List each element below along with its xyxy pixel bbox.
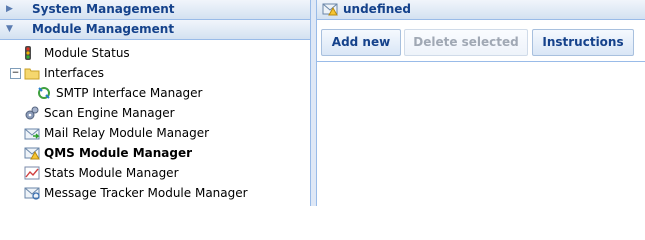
- tree-item-label: Scan Engine Manager: [44, 106, 175, 120]
- instructions-button[interactable]: Instructions: [532, 29, 634, 56]
- mail-warning-icon: [24, 147, 40, 160]
- tree-item-label: Message Tracker Module Manager: [44, 186, 248, 200]
- expanded-arrow-icon: ▼: [6, 24, 13, 34]
- gears-icon: [25, 106, 39, 120]
- stats-chart-icon: [24, 166, 40, 180]
- smtp-interface-icon: [38, 87, 50, 99]
- tree-item-smtp-interface-manager[interactable]: SMTP Interface Manager: [0, 83, 310, 103]
- module-tree: Module Status − Interfaces SMTP Interfac…: [0, 40, 310, 203]
- module-management-label: Module Management: [32, 22, 175, 36]
- message-tracker-icon: [24, 187, 40, 200]
- tree-item-qms-module-manager[interactable]: QMS Module Manager: [0, 143, 310, 163]
- delete-selected-button[interactable]: Delete selected: [404, 29, 528, 56]
- tree-item-mail-relay-module-manager[interactable]: Mail Relay Module Manager: [0, 123, 310, 143]
- collapse-toggle-icon[interactable]: −: [10, 68, 21, 79]
- mail-warning-icon: [322, 3, 338, 16]
- tree-item-label: Module Status: [44, 46, 130, 60]
- navigation-panel: ▶ System Management ▼ Module Management …: [0, 0, 311, 206]
- traffic-light-icon: [25, 46, 31, 60]
- accordion-header-module-management[interactable]: ▼ Module Management: [0, 20, 310, 40]
- tree-item-module-status[interactable]: Module Status: [0, 43, 310, 63]
- main-panel: undefined Add new Delete selected Instru…: [317, 0, 645, 206]
- accordion-header-system-management[interactable]: ▶ System Management: [0, 0, 310, 20]
- tree-item-message-tracker-module-manager[interactable]: Message Tracker Module Manager: [0, 183, 310, 203]
- add-new-button[interactable]: Add new: [321, 29, 401, 56]
- tree-item-label: QMS Module Manager: [44, 146, 193, 160]
- tree-item-label: Interfaces: [44, 66, 104, 80]
- panel-header: undefined: [317, 0, 645, 20]
- folder-icon: [24, 68, 40, 80]
- tree-item-label: SMTP Interface Manager: [56, 86, 203, 100]
- page-title: undefined: [343, 2, 411, 16]
- tree-item-scan-engine-manager[interactable]: Scan Engine Manager: [0, 103, 310, 123]
- system-management-label: System Management: [32, 2, 175, 16]
- tree-item-label: Stats Module Manager: [44, 166, 179, 180]
- tree-item-interfaces[interactable]: − Interfaces: [0, 63, 310, 83]
- tree-item-label: Mail Relay Module Manager: [44, 126, 210, 140]
- mail-relay-icon: [24, 128, 40, 140]
- toolbar-divider: [317, 61, 645, 62]
- tree-item-stats-module-manager[interactable]: Stats Module Manager: [0, 163, 310, 183]
- toolbar: Add new Delete selected Instructions: [317, 20, 645, 60]
- collapsed-arrow-icon: ▶: [6, 4, 13, 14]
